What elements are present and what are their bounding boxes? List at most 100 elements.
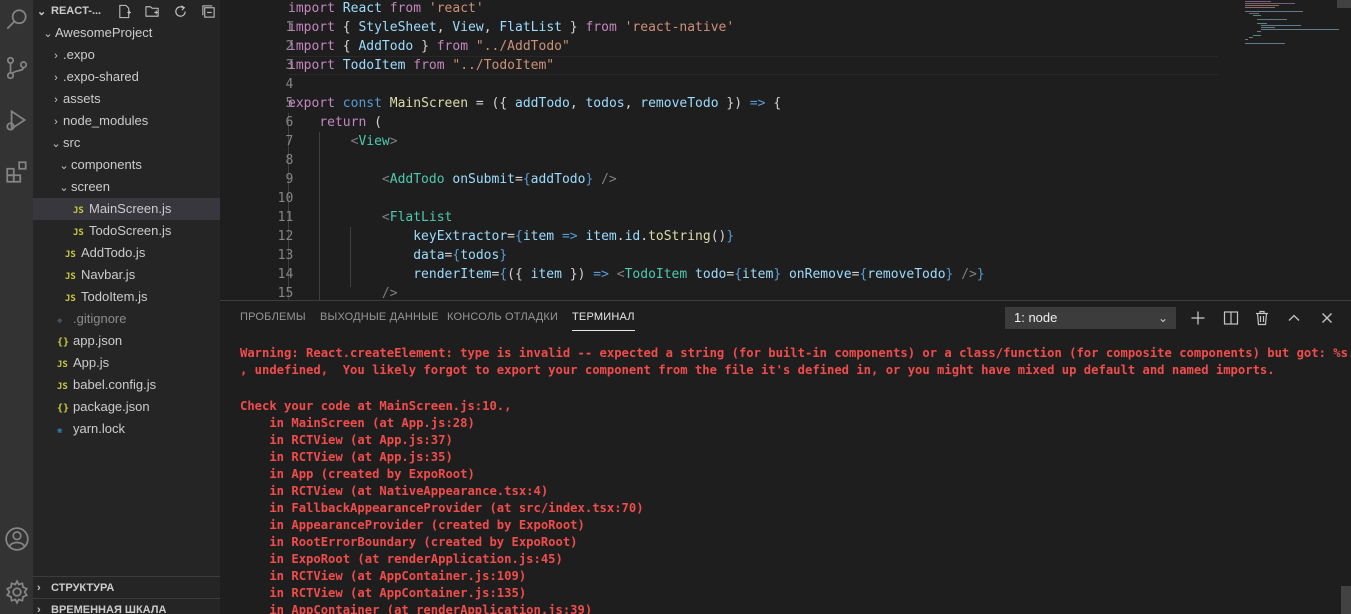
json-file-icon: {} — [57, 337, 70, 348]
tree-item-label: App.js — [73, 355, 110, 370]
terminal-line: in FallbackAppearanceProvider (at src/in… — [240, 501, 644, 515]
code-line: 6 export const MainScreen = ({ addTodo, … — [220, 94, 781, 130]
tree-item-label: node_modules — [63, 113, 149, 128]
tree-folder-src[interactable]: ⌄ src — [33, 132, 220, 154]
terminal-line: in RCTView (at NativeAppearance.tsx:4) — [240, 484, 549, 498]
chevron-down-icon: ⌄ — [43, 28, 53, 40]
js-file-icon: JS — [57, 382, 68, 392]
refresh-icon[interactable] — [169, 2, 191, 20]
tree-file-app-js[interactable]: JS App.js — [33, 352, 220, 374]
explorer-header[interactable]: ⌄ REACT-... — [33, 0, 220, 22]
collapse-all-icon[interactable] — [197, 2, 219, 20]
tree-item-label: package.json — [73, 399, 150, 414]
editor-scrollbar[interactable] — [1337, 0, 1351, 8]
terminal-line: in RCTView (at App.js:37) — [240, 433, 453, 447]
terminal-line: Check your code at MainScreen.js:10., — [240, 399, 512, 413]
tree-item-label: assets — [63, 91, 101, 106]
tab-problems[interactable]: ПРОБЛЕМЫ — [240, 311, 306, 331]
run-debug-icon[interactable] — [0, 100, 33, 140]
tree-file-todoscreen[interactable]: JS TodoScreen.js — [33, 220, 220, 242]
tree-file-addtodo[interactable]: JS AddTodo.js — [33, 242, 220, 264]
code-line: 15 renderItem={({ item }) => <TodoItem t… — [220, 265, 985, 300]
tree-folder-node-modules[interactable]: › node_modules — [33, 110, 220, 132]
tree-item-label: babel.config.js — [73, 377, 157, 392]
add-terminal-icon[interactable] — [1188, 308, 1208, 328]
tree-folder-assets[interactable]: › assets — [33, 88, 220, 110]
tree-file-babel-config[interactable]: JS babel.config.js — [33, 374, 220, 396]
tree-folder-components[interactable]: ⌄ components — [33, 154, 220, 176]
tree-item-label: TodoScreen.js — [89, 223, 172, 238]
tree-item-label: .expo — [63, 47, 95, 62]
tree-folder-expo[interactable]: › .expo — [33, 44, 220, 66]
chevron-right-icon: › — [37, 582, 41, 594]
js-file-icon: JS — [73, 228, 84, 238]
tree-item-label: Navbar.js — [81, 267, 136, 282]
yarn-file-icon: ❀ — [57, 426, 63, 436]
tree-file-navbar[interactable]: JS Navbar.js — [33, 264, 220, 286]
tree-item-label: .expo-shared — [63, 69, 139, 84]
chevron-right-icon: › — [37, 604, 41, 614]
terminal-line: in App (created by ExpoRoot) — [240, 467, 475, 481]
json-file-icon: {} — [57, 403, 70, 414]
account-icon[interactable] — [0, 519, 33, 559]
code-line: 14 data={todos} — [220, 246, 508, 282]
code-line: 13 keyExtractor={item => item.id.toStrin… — [220, 227, 735, 263]
tree-file-app-json[interactable]: {} app.json — [33, 330, 220, 352]
tab-debug-console[interactable]: КОНСОЛЬ ОТЛАДКИ — [447, 311, 558, 331]
new-folder-icon[interactable] — [141, 2, 163, 20]
tree-file-mainscreen[interactable]: JS MainScreen.js — [33, 198, 220, 220]
code-line: 7 return ( — [220, 113, 381, 149]
tree-file-gitignore[interactable]: ◆ .gitignore — [33, 308, 220, 330]
terminal-line: in AppContainer (at renderApplication.js… — [240, 603, 593, 614]
tree-folder-screen[interactable]: ⌄ screen — [33, 176, 220, 198]
workspace-title: REACT-... — [51, 5, 102, 17]
terminal-line: in RCTView (at AppContainer.js:135) — [240, 586, 527, 600]
terminal-scrollbar[interactable] — [1341, 586, 1351, 614]
split-terminal-icon[interactable] — [1221, 308, 1241, 328]
terminal-line: in AppearanceProvider (created by ExpoRo… — [240, 518, 585, 532]
js-file-icon: JS — [57, 360, 68, 370]
code-line: 1 import React from 'react' — [220, 0, 483, 35]
chevron-down-icon: ⌄ — [51, 138, 61, 150]
terminal-line: in RootErrorBoundary (created by ExpoRoo… — [240, 535, 578, 549]
maximize-panel-icon[interactable] — [1284, 308, 1304, 328]
extensions-icon[interactable] — [0, 152, 33, 192]
tab-output[interactable]: ВЫХОДНЫЕ ДАННЫЕ — [320, 311, 439, 331]
code-line: 12 <FlatList — [220, 208, 453, 244]
tree-item-label: TodoItem.js — [81, 289, 148, 304]
close-panel-icon[interactable] — [1317, 308, 1337, 328]
tree-file-package-json[interactable]: {} package.json — [33, 396, 220, 418]
bottom-panel: ПРОБЛЕМЫ ВЫХОДНЫЕ ДАННЫЕ КОНСОЛЬ ОТЛАДКИ… — [220, 300, 1351, 614]
activity-bar — [0, 0, 33, 614]
source-control-icon[interactable] — [0, 48, 33, 88]
chevron-down-icon: ⌄ — [1157, 311, 1168, 325]
explorer-sidebar: ⌄ REACT-... ⌄ AwesomeProject › .expo › .exp… — [33, 0, 220, 614]
tree-folder-expo-shared[interactable]: › .expo-shared — [33, 66, 220, 88]
search-icon[interactable] — [0, 0, 33, 40]
chevron-right-icon: › — [54, 50, 58, 62]
code-editor[interactable]: 1 import React from 'react' 2 import { S… — [220, 0, 1351, 300]
tree-item-label: AddTodo.js — [81, 245, 146, 260]
tree-item-label: .gitignore — [73, 311, 127, 326]
terminal-select[interactable]: 1: node ⌄ — [1005, 307, 1176, 329]
trash-icon[interactable] — [1252, 308, 1272, 328]
tree-file-todoitem[interactable]: JS TodoItem.js — [33, 286, 220, 308]
terminal-line: in ExpoRoot (at renderApplication.js:45) — [240, 552, 563, 566]
code-line: 16 /> — [381, 286, 398, 300]
terminal-line: Warning: React.createElement: type is in… — [240, 346, 1351, 360]
new-file-icon[interactable] — [113, 2, 135, 20]
tab-terminal[interactable]: ТЕРМИНАЛ — [572, 311, 635, 331]
code-line: 4 import TodoItem from "../TodoItem" — [220, 56, 554, 92]
settings-gear-icon[interactable] — [0, 572, 33, 612]
tree-file-yarn-lock[interactable]: ❀ yarn.lock — [33, 418, 220, 440]
tree-item-label: app.json — [73, 333, 123, 348]
section-label: СТРУКТУРА — [51, 582, 115, 594]
minimap[interactable] — [1239, 0, 1351, 300]
chevron-right-icon: › — [54, 116, 58, 128]
timeline-section-header[interactable]: › ВРЕМЕННАЯ ШКАЛА — [33, 598, 220, 614]
tree-folder-awesomeproject[interactable]: ⌄ AwesomeProject — [33, 22, 220, 44]
section-label: ВРЕМЕННАЯ ШКАЛА — [51, 604, 167, 614]
terminal-line: in MainScreen (at App.js:28) — [240, 416, 475, 430]
outline-section-header[interactable]: › СТРУКТУРА — [33, 576, 220, 598]
chevron-right-icon: › — [54, 94, 58, 106]
